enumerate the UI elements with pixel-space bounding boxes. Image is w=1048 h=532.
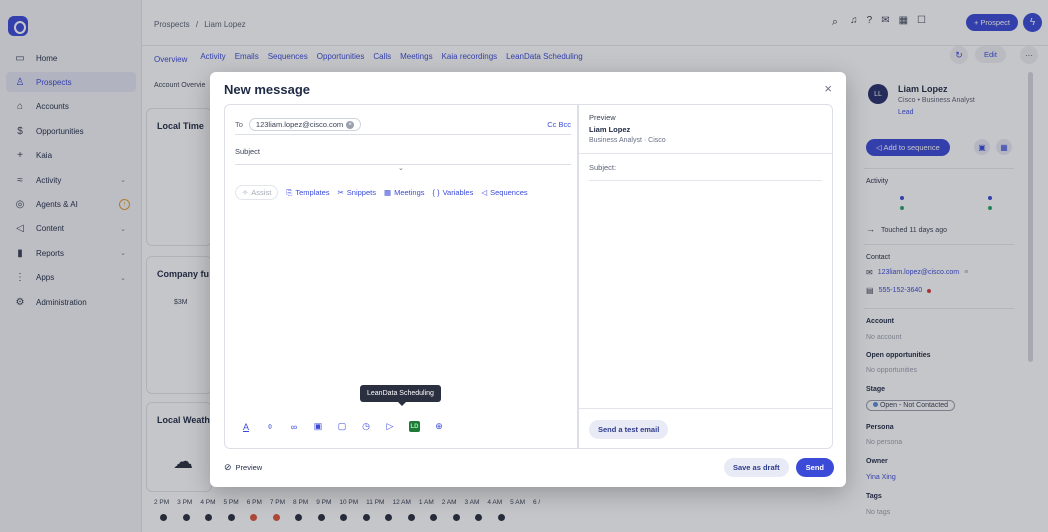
modal-title: New message [224,82,310,97]
compose-toolbar: ✧ Assist ⎘ Templates ✂ Snippets ▦ Meetings {… [235,185,528,200]
variables-label: Variables [442,188,474,197]
leandata-tooltip: LeanData Scheduling [360,385,441,406]
preview-name: Liam Lopez [589,125,631,134]
text-color-icon[interactable]: A [241,422,251,432]
document-icon[interactable]: ▢ [337,421,347,432]
to-row: To 123liam.lopez@cisco.com × Cc Bcc [235,118,571,135]
send-test-email-button[interactable]: Send a test email [589,420,669,439]
recipient-chip[interactable]: 123liam.lopez@cisco.com × [248,118,362,131]
send-button[interactable]: Send [795,458,834,477]
recipient-email: 123liam.lopez@cisco.com [255,120,344,129]
sequences-label: Sequences [490,188,528,197]
variables-button[interactable]: { } Variables [433,188,474,197]
calendar-icon: ▦ [383,188,392,197]
preview-pane: Preview Liam Lopez Business Analyst · Ci… [578,104,833,449]
preview-toggle-label: Preview [235,463,263,472]
snippets-button[interactable]: ✂ Snippets [338,188,376,197]
clock-icon[interactable]: ◷ [361,421,371,432]
assist-button[interactable]: ✧ Assist [235,185,279,200]
send-icon: ◁ [481,188,488,197]
braces-icon: { } [432,188,440,197]
sequences-button[interactable]: ◁ Sequences [481,188,527,197]
format-bar: A ⌽ ∞ ▣ ▢ ◷ ▷ LD ⊕ [241,421,444,432]
more-icon[interactable]: ⊕ [434,421,444,432]
preview-toggle[interactable]: ⊘ Preview [224,462,262,473]
close-icon[interactable]: × [824,81,832,96]
cc-bcc-link[interactable]: Cc Bcc [547,120,571,129]
divider [579,153,832,154]
templates-label: Templates [295,188,330,197]
meetings-label: Meetings [394,188,425,197]
leandata-icon[interactable]: LD [409,421,420,432]
to-label: To [235,120,243,129]
eye-off-icon: ⊘ [224,462,232,472]
save-draft-button[interactable]: Save as draft [723,458,789,477]
templates-button[interactable]: ⎘ Templates [286,188,329,198]
modal-footer: ⊘ Preview Save as draft Send [224,458,834,477]
link-icon[interactable]: ∞ [289,422,299,432]
new-message-modal: New message × To 123liam.lopez@cisco.com… [210,72,846,487]
preview-label: Preview [589,113,616,122]
pointer-icon[interactable]: ▷ [385,421,395,432]
scissors-icon: ✂ [337,188,344,197]
subject-input[interactable]: Subject [235,147,571,165]
image-icon[interactable]: ▣ [313,421,323,432]
meetings-button[interactable]: ▦ Meetings [384,188,425,197]
divider [579,408,832,409]
preview-subject: Subject: [589,163,822,181]
chevron-down-icon[interactable]: ⌄ [398,164,404,172]
preview-subtitle: Business Analyst · Cisco [589,137,666,144]
snippets-label: Snippets [346,188,376,197]
templates-icon: ⎘ [286,187,293,197]
assist-label: Assist [251,188,272,197]
sparkle-icon: ✧ [242,188,249,197]
attach-icon[interactable]: ⌽ [265,421,275,432]
remove-recipient-icon[interactable]: × [346,120,355,129]
